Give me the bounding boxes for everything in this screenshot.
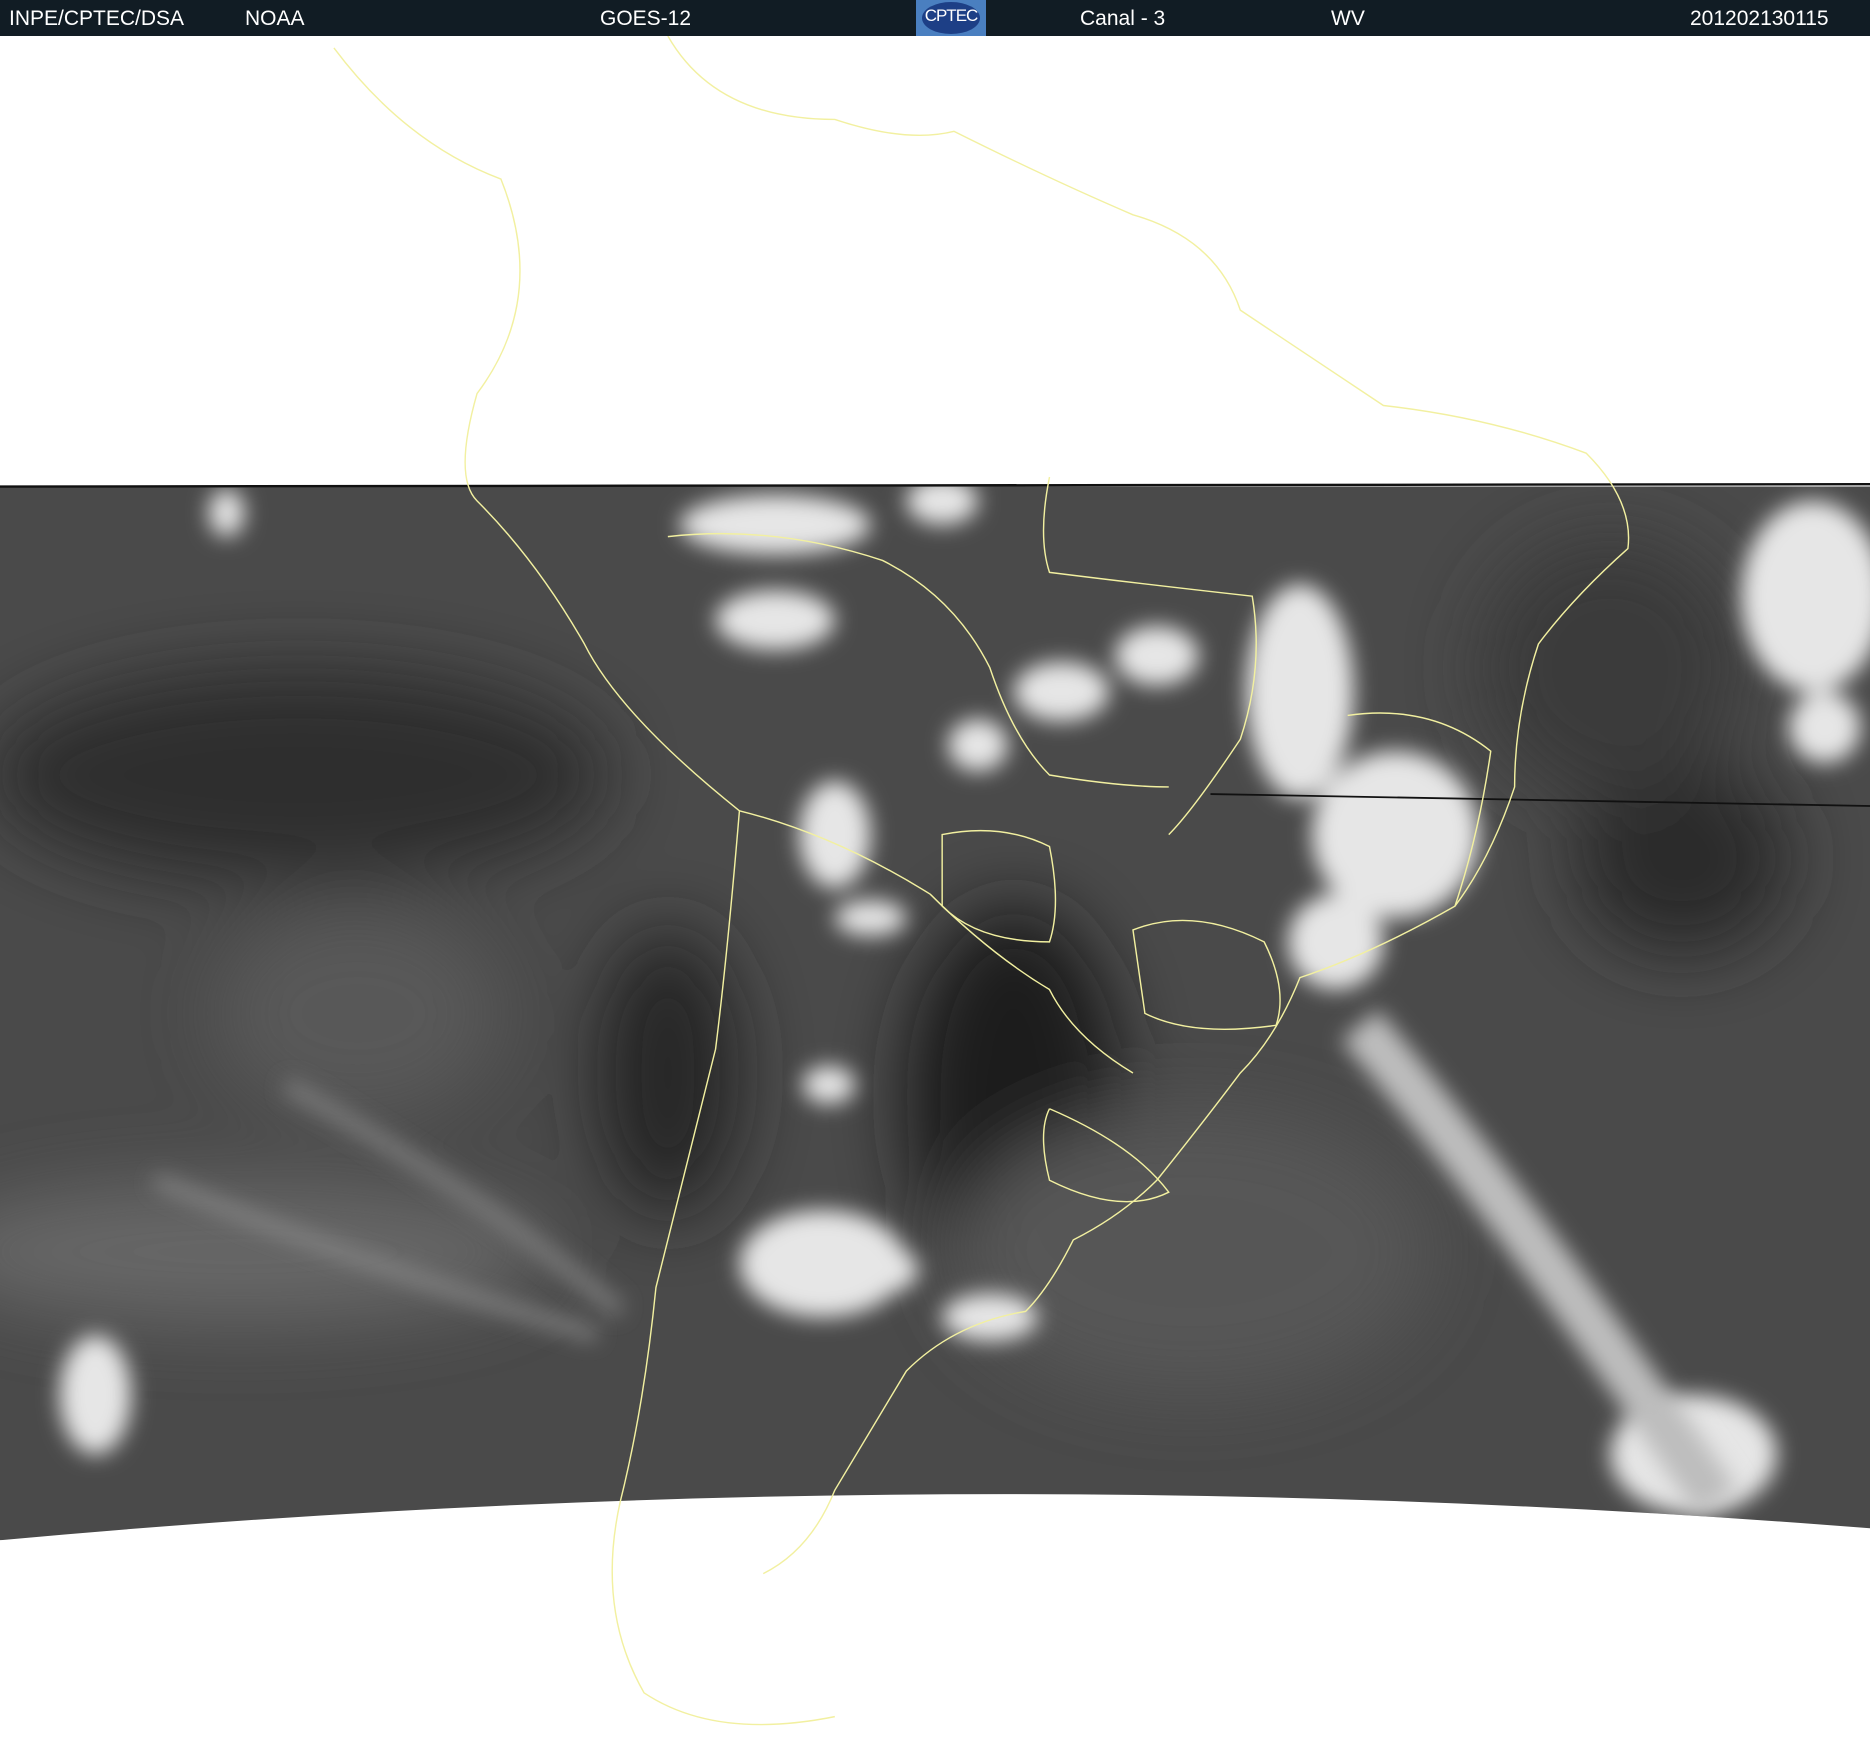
channel-label: Canal - 3 [1080, 7, 1166, 30]
cptec-logo: CPTEC [916, 0, 986, 36]
satellite-image [0, 36, 1870, 1750]
timestamp-label: 201202130115 [1690, 7, 1829, 30]
water-vapor-band [0, 486, 1870, 1541]
band-label: WV [1331, 7, 1365, 30]
header-bar: INPE/CPTEC/DSA NOAA GOES-12 CPTEC Canal … [0, 0, 1870, 36]
source-label: NOAA [245, 7, 305, 30]
agency-label: INPE/CPTEC/DSA [9, 7, 185, 30]
logo-text: CPTEC [924, 6, 979, 25]
satellite-label: GOES-12 [600, 7, 692, 30]
